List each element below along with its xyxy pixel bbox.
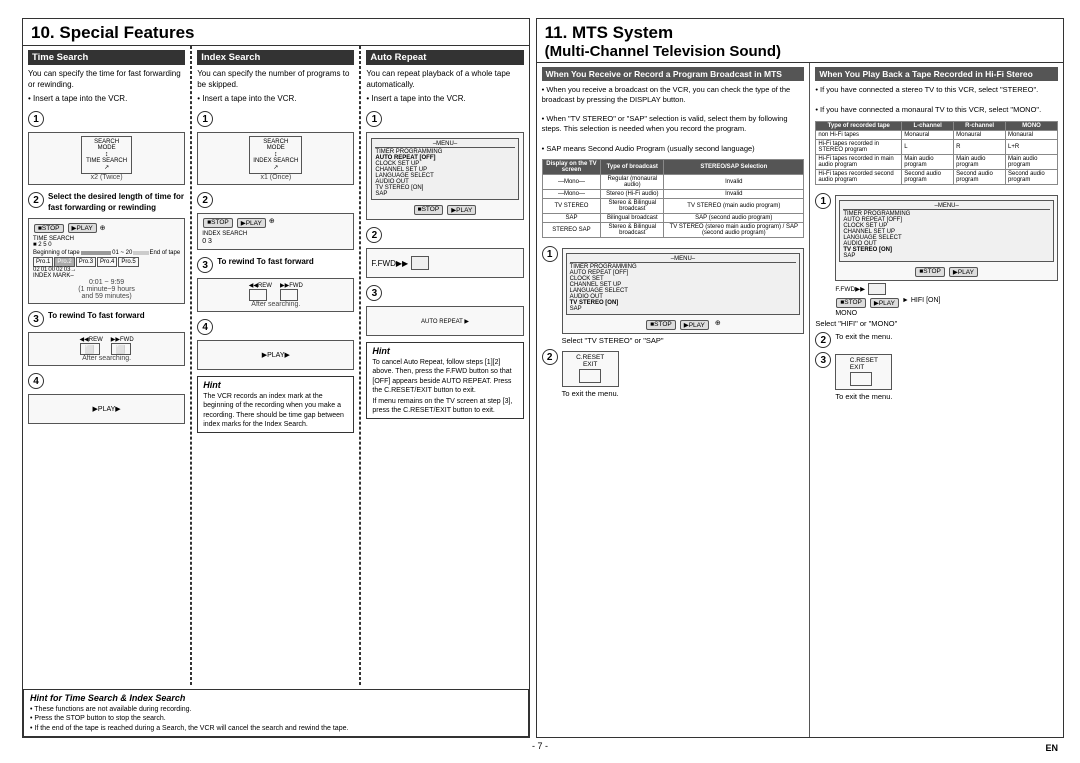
mts-right-header: When You Play Back a Tape Recorded in Hi…	[815, 67, 1058, 81]
auto-repeat-diagram2: F.FWD▶▶	[366, 248, 523, 278]
table-row: —Mono— Stereo (Hi-Fi audio) Invalid	[542, 190, 804, 199]
index-search-step1-label: x1 (Once)	[260, 174, 291, 181]
bottom-bar: - 7 -	[22, 738, 1058, 751]
special-features-section: 10. Special Features Time Search You can…	[22, 18, 530, 738]
index-search-step4: 4	[197, 319, 354, 335]
time-search-diagram4: ▶PLAY▶	[28, 394, 185, 424]
hint-for-bullets: • These functions are not available duri…	[30, 705, 522, 733]
auto-repeat-hint-text2: If menu remains on the TV screen at step…	[372, 397, 517, 415]
time-search-diagram2: ■STOP ▶PLAY ⊕ TIME SEARCH ■ 2 5 0 Beginn…	[28, 218, 185, 304]
time-search-step2: 2 Select the desired length of time for …	[28, 192, 185, 213]
mts-step2-text: To exit the menu.	[562, 389, 619, 398]
mts-title: 11. MTS System	[545, 23, 1055, 43]
time-search-intro: You can specify the time for fast forwar…	[28, 69, 185, 91]
mts-right-bullets: • If you have connected a stereo TV to t…	[815, 85, 1058, 115]
mts-selection-table: Type of recorded tape L-channel R-channe…	[815, 121, 1058, 185]
time-search-step3: 3 To rewind To fast forward	[28, 311, 185, 327]
hint-for-title: Hint for Time Search & Index Search	[30, 693, 522, 703]
auto-repeat-step2: 2	[366, 227, 523, 243]
time-search-header: Time Search	[28, 50, 185, 65]
auto-repeat-diagram3: AUTO REPEAT ▶	[366, 306, 523, 336]
mts-section: 11. MTS System (Multi-Channel Television…	[536, 18, 1064, 738]
time-search-step2-text: Select the desired length of time for fa…	[48, 192, 185, 213]
mts-columns: When You Receive or Record a Program Bro…	[537, 63, 1063, 737]
table-row: —Mono— Regular (monaural audio) Invalid	[542, 175, 804, 190]
time-search-step1-bullet: • Insert a tape into the VCR.	[28, 94, 185, 105]
table-row: TV STEREO Stereo & Bilingual broadcast T…	[542, 199, 804, 214]
auto-repeat-column: Auto Repeat You can repeat playback of a…	[360, 46, 528, 685]
mts-subtitle: (Multi-Channel Television Sound)	[545, 43, 1055, 60]
auto-repeat-diagram1: –MENU– TIMER PROGRAMMING AUTO REPEAT [OF…	[366, 132, 523, 220]
mts-left-bullets: • When you receive a broadcast on the VC…	[542, 85, 805, 153]
en-label: EN	[1045, 743, 1058, 753]
table-row: Hi-Fi tapes recorded in STEREO program L…	[816, 140, 1058, 155]
special-features-title: 10. Special Features	[23, 19, 529, 46]
time-search-step1: 1	[28, 111, 185, 127]
mts-left-col: When You Receive or Record a Program Bro…	[537, 63, 811, 737]
hint-for-section: Hint for Time Search & Index Search • Th…	[23, 689, 529, 737]
main-content: 10. Special Features Time Search You can…	[22, 18, 1058, 738]
index-search-diagram1: SEARCHMODE ↕ INDEX SEARCH↗ x1 (Once)	[197, 132, 354, 185]
table-row: STEREO SAP Stereo & Bilingual broadcast …	[542, 223, 804, 238]
mts-right-step1-diagram: –MENU– TIMER PROGRAMMING AUTO REPEAT [OF…	[835, 195, 1058, 281]
mts-right-step3-diagram: C.RESET EXIT	[835, 354, 892, 390]
mts-step2-diagram-left: C.RESET EXIT	[562, 351, 619, 387]
table-row: SAP Bilingual broadcast SAP (second audi…	[542, 214, 804, 223]
auto-repeat-intro: You can repeat playback of a whole tape …	[366, 69, 523, 91]
index-search-column: Index Search You can specify the number …	[191, 46, 360, 685]
index-search-header: Index Search	[197, 50, 354, 65]
time-search-step1-label: x2 (Twice)	[91, 174, 123, 181]
index-search-step2: 2	[197, 192, 354, 208]
table-row: Hi-Fi tapes recorded in main audio progr…	[816, 155, 1058, 170]
page: 10. Special Features Time Search You can…	[0, 0, 1080, 763]
auto-repeat-header: Auto Repeat	[366, 50, 523, 65]
auto-repeat-step3: 3	[366, 285, 523, 301]
auto-repeat-menu1: –MENU– TIMER PROGRAMMING AUTO REPEAT [OF…	[371, 138, 518, 200]
table-row: Hi-Fi tapes recorded second audio progra…	[816, 170, 1058, 185]
mts-right-col: When You Play Back a Tape Recorded in Hi…	[810, 63, 1063, 737]
mts-right-step1-text: Select "HIFI" or "MONO"	[815, 319, 1058, 328]
mts-broadcast-table: Display on the TV screen Type of broadca…	[542, 159, 805, 238]
index-search-diagram3: ◀◀REW ▶▶FWD After searching.	[197, 278, 354, 312]
time-search-column: Time Search You can specify the time for…	[23, 46, 191, 685]
index-search-step3: 3 To rewind To fast forward	[197, 257, 354, 273]
mts-left-header: When You Receive or Record a Program Bro…	[542, 67, 805, 81]
index-search-diagram4: ▶PLAY▶	[197, 340, 354, 370]
index-search-hint-text: The VCR records an index mark at the beg…	[203, 392, 348, 428]
table-row: non Hi-Fi tapes Monaural Monaural Monaur…	[816, 131, 1058, 140]
auto-repeat-step1: 1	[366, 111, 523, 127]
auto-repeat-hint: Hint To cancel Auto Repeat, follow steps…	[366, 342, 523, 419]
time-search-step2-time: 0:01 ~ 9:59 (1 minute~9 hours and 59 min…	[78, 279, 135, 300]
time-search-diagram3: ◀◀REW ⬜ ▶▶FWD ⬜ After searching.	[28, 332, 185, 366]
mts-right-step3-text: To exit the menu.	[835, 392, 892, 401]
index-search-step1: 1	[197, 111, 354, 127]
mts-right-step2-text: To exit the menu.	[835, 332, 892, 341]
index-search-hint: Hint The VCR records an index mark at th…	[197, 376, 354, 432]
time-search-diagram1: SEARCHMODE ↕ TIME SEARCH↗ x2 (Twice)	[28, 132, 185, 185]
page-number: - 7 -	[532, 741, 548, 751]
auto-repeat-hint-text1: To cancel Auto Repeat, follow steps [1][…	[372, 358, 517, 394]
time-search-step4: 4	[28, 373, 185, 389]
index-search-step1-bullet: • Insert a tape into the VCR.	[197, 94, 354, 105]
mts-step1-diagram: –MENU– TIMER PROGRAMMING AUTO REPEAT [OF…	[562, 248, 805, 334]
index-search-diagram2: ■STOP ▶PLAY ⊕ INDEX SEARCH 0 3	[197, 213, 354, 250]
columns-row: Time Search You can specify the time for…	[23, 46, 529, 685]
index-search-intro: You can specify the number of programs t…	[197, 69, 354, 91]
mts-step1-text: Select "TV STEREO" or "SAP"	[562, 336, 805, 345]
